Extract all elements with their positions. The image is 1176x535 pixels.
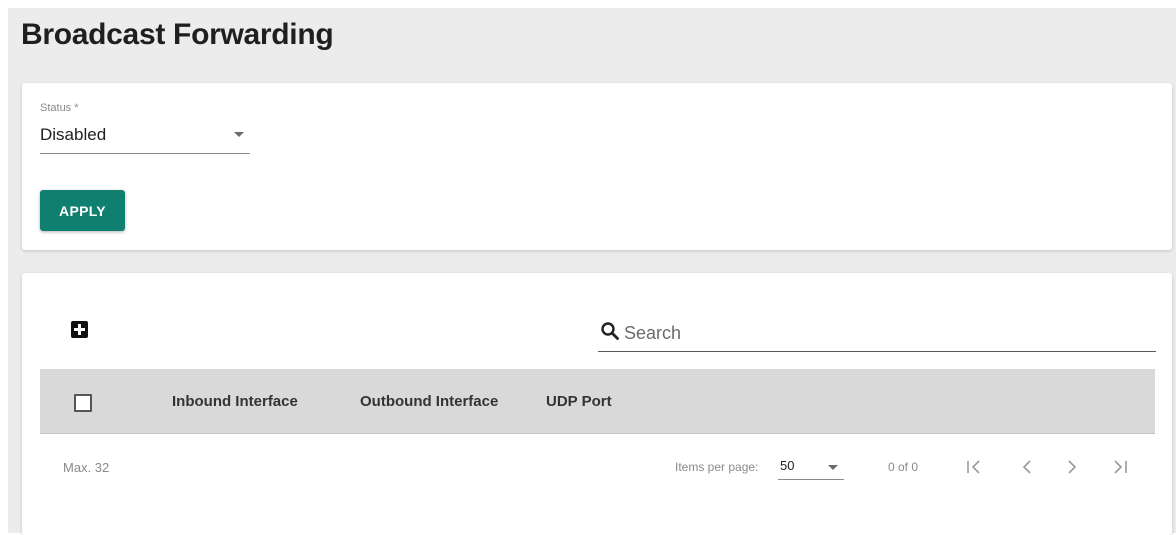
search-icon xyxy=(600,321,620,341)
search-input[interactable] xyxy=(622,319,1146,347)
chevron-down-icon xyxy=(828,465,838,470)
last-page-button[interactable] xyxy=(1106,453,1134,481)
column-header-inbound-interface[interactable]: Inbound Interface xyxy=(172,393,298,410)
chevron-down-icon xyxy=(234,132,244,137)
previous-page-button[interactable] xyxy=(1013,453,1041,481)
page-title: Broadcast Forwarding xyxy=(21,18,334,51)
status-select[interactable]: Disabled xyxy=(40,121,250,154)
next-page-button[interactable] xyxy=(1058,453,1086,481)
select-all-checkbox[interactable] xyxy=(74,394,92,412)
add-icon[interactable] xyxy=(71,321,88,338)
column-header-outbound-interface[interactable]: Outbound Interface xyxy=(360,393,498,410)
apply-button[interactable]: APPLY xyxy=(40,190,125,231)
max-entries-label: Max. 32 xyxy=(63,460,110,475)
search-box xyxy=(598,315,1156,352)
table-header: Inbound Interface Outbound Interface UDP… xyxy=(40,369,1155,434)
items-per-page-select[interactable]: 50 xyxy=(778,455,844,480)
previous-page-icon xyxy=(1022,460,1031,474)
page-range-label: 0 of 0 xyxy=(888,460,919,474)
status-label: Status * xyxy=(40,102,79,114)
first-page-button[interactable] xyxy=(960,453,988,481)
items-per-page-label: Items per page: xyxy=(675,460,759,474)
column-header-udp-port[interactable]: UDP Port xyxy=(546,393,612,410)
first-page-icon xyxy=(967,460,980,474)
table-card: Inbound Interface Outbound Interface UDP… xyxy=(22,273,1172,535)
last-page-icon xyxy=(1114,460,1127,474)
items-per-page-value: 50 xyxy=(780,458,795,473)
next-page-icon xyxy=(1068,460,1077,474)
status-select-value: Disabled xyxy=(40,125,107,144)
status-card: Status * Disabled APPLY xyxy=(22,83,1172,250)
